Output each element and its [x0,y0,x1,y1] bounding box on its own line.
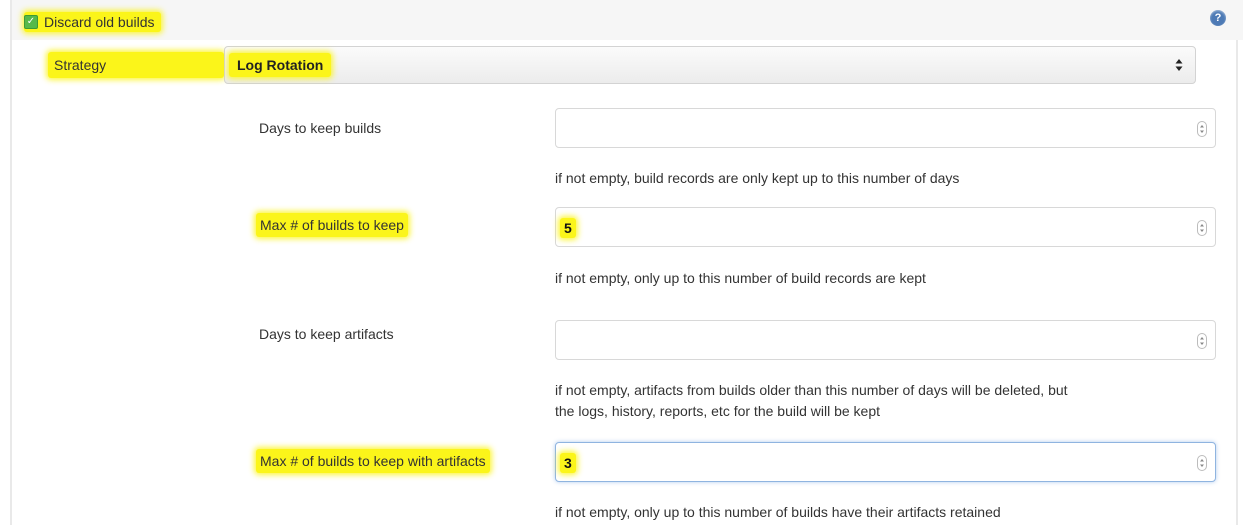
spinner-icon[interactable] [1197,455,1207,471]
strategy-label: Strategy [48,52,224,78]
days-to-keep-artifacts-value [560,331,568,351]
days-to-keep-artifacts-label: Days to keep artifacts [259,326,394,342]
days-to-keep-builds-input[interactable] [555,108,1216,148]
max-builds-to-keep-label: Max # of builds to keep [256,213,408,237]
max-builds-with-artifacts-input[interactable]: 3 [555,442,1216,482]
strategy-select[interactable]: Log Rotation [224,46,1196,84]
max-builds-with-artifacts-label: Max # of builds to keep with artifacts [256,449,490,473]
section-right-border [1236,30,1238,525]
spinner-icon[interactable] [1197,121,1207,137]
spinner-icon[interactable] [1197,220,1207,236]
spinner-icon[interactable] [1197,333,1207,349]
days-to-keep-artifacts-help-line2: the logs, history, reports, etc for the … [555,403,881,419]
strategy-selected-value: Log Rotation [229,53,332,77]
help-glyph: ? [1214,12,1222,24]
days-to-keep-builds-help: if not empty, build records are only kep… [555,170,960,186]
max-builds-to-keep-value: 5 [560,218,576,238]
section-header-band [12,0,1243,40]
max-builds-with-artifacts-value: 3 [560,453,576,473]
max-builds-to-keep-input[interactable]: 5 [555,207,1216,247]
discard-old-builds-checkbox-row[interactable]: ✓ Discard old builds [24,12,161,32]
discard-old-builds-label[interactable]: Discard old builds [44,14,155,30]
max-builds-to-keep-help: if not empty, only up to this number of … [555,270,926,286]
days-to-keep-builds-value [560,119,568,139]
days-to-keep-artifacts-input[interactable] [555,320,1216,360]
discard-old-builds-checkbox[interactable]: ✓ [24,15,38,29]
max-builds-with-artifacts-help: if not empty, only up to this number of … [555,504,1001,520]
select-arrows-icon [1175,59,1183,71]
help-circle-icon[interactable]: ? [1210,10,1226,26]
days-to-keep-artifacts-help-line1: if not empty, artifacts from builds olde… [555,382,1068,398]
days-to-keep-builds-label: Days to keep builds [259,120,382,136]
section-left-border [10,0,12,525]
